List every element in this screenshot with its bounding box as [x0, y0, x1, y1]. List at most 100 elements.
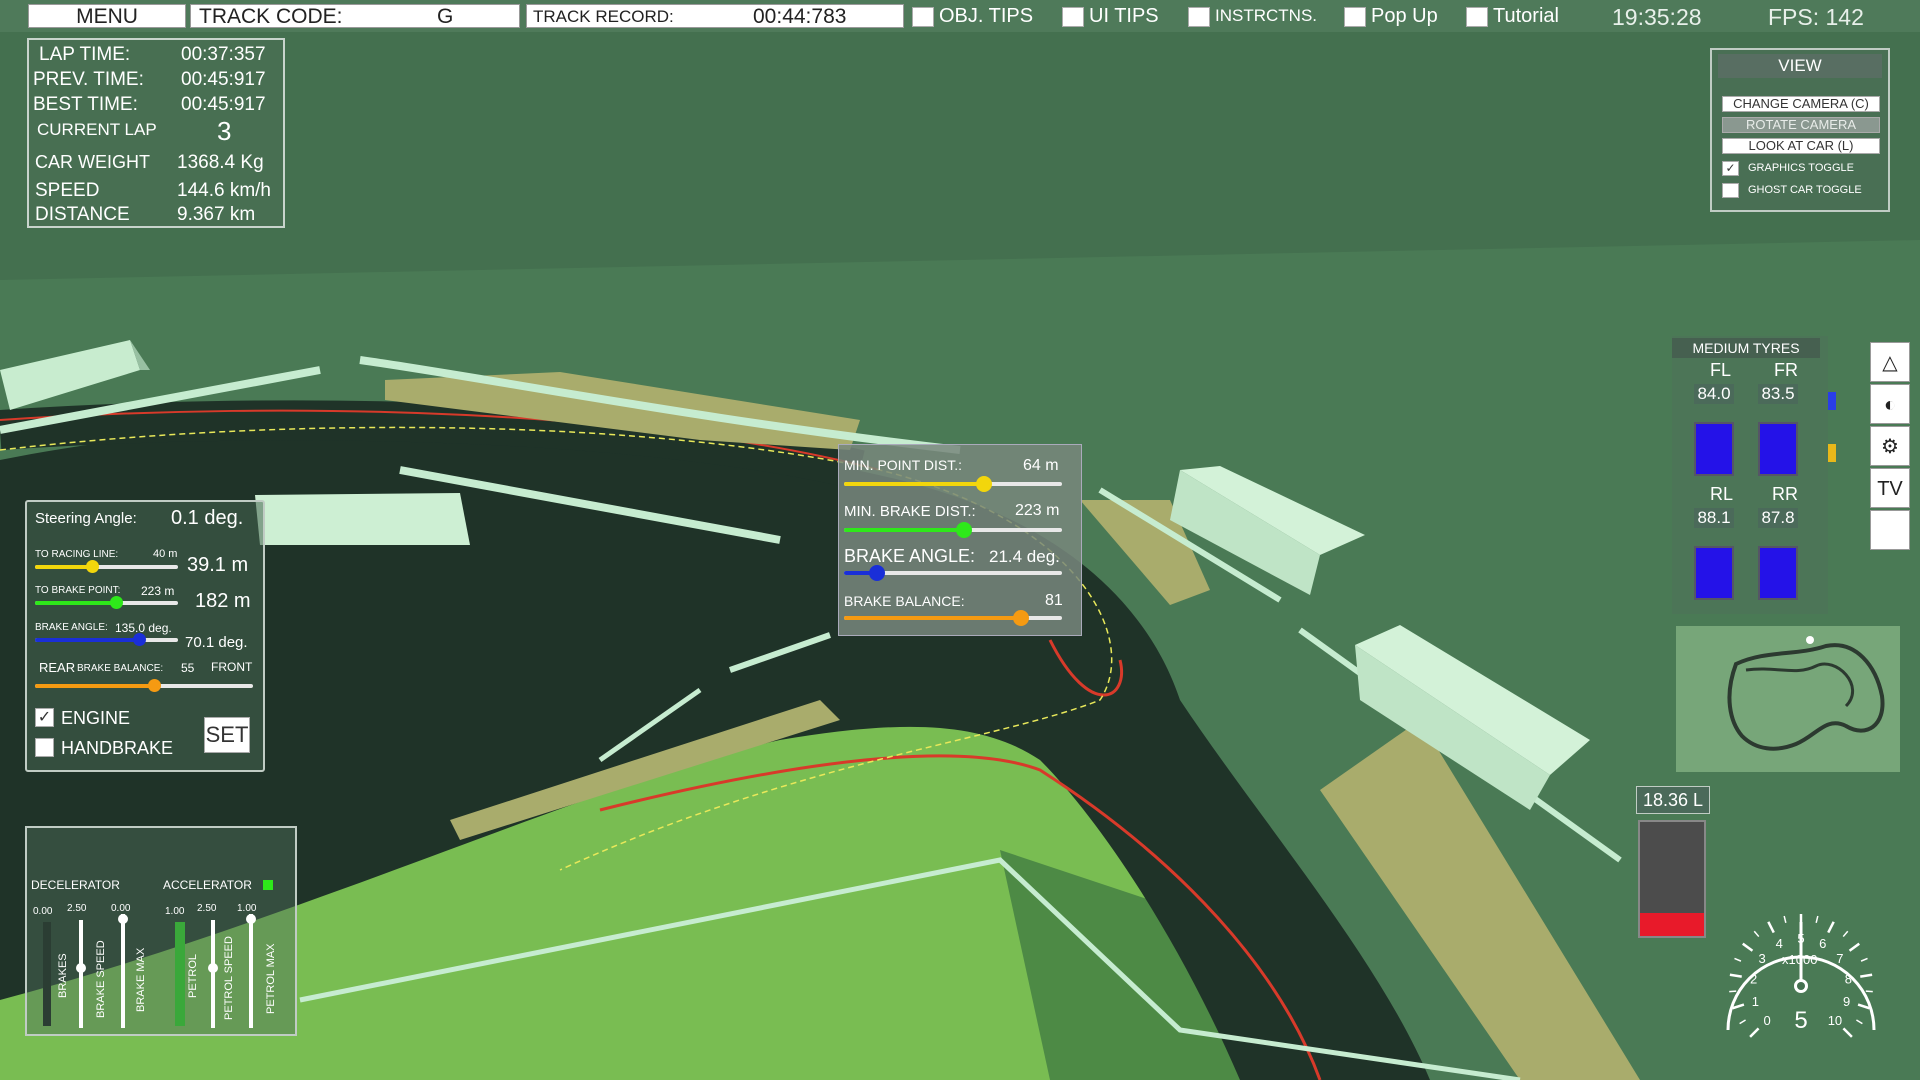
rpm-tick: [1729, 990, 1737, 993]
cone-icon[interactable]: △: [1870, 342, 1910, 382]
rpm-tick: [1860, 973, 1873, 978]
rpm-tick-label: 3: [1759, 951, 1766, 966]
clock: 19:35:28: [1612, 4, 1702, 30]
best-time-value: 00:45:917: [181, 94, 266, 115]
brakes-label: BRAKES: [57, 953, 69, 998]
fr-temp: 83.5: [1758, 384, 1798, 404]
fl-temp: 84.0: [1694, 384, 1734, 404]
brake-max-slider[interactable]: [118, 914, 128, 1028]
fl-label: FL: [1710, 360, 1732, 380]
helmet-icon[interactable]: ◐: [1870, 384, 1910, 424]
rpm-tick: [1783, 915, 1787, 923]
graphics-toggle-checkbox[interactable]: ✓: [1722, 161, 1739, 176]
brake-angle-slider[interactable]: [35, 633, 178, 646]
popup-brake-angle-value: 21.4 deg.: [989, 547, 1060, 566]
to-racing-line-value: 39.1 m: [187, 554, 249, 576]
brake-angle-value: 70.1 deg.: [185, 634, 248, 651]
rl-temp: 88.1: [1694, 508, 1734, 528]
rpm-tick: [1729, 973, 1742, 978]
rpm-tick-label: 2: [1750, 971, 1757, 986]
toggle-tutorial[interactable]: Tutorial: [1466, 5, 1559, 27]
to-racing-line-slider[interactable]: [35, 560, 178, 573]
brake-angle-label: BRAKE ANGLE:: [35, 622, 108, 633]
track-code-value: G: [437, 5, 454, 28]
track-code-field[interactable]: TRACK CODE: G: [190, 4, 520, 28]
handbrake-checkbox[interactable]: [35, 738, 54, 757]
fuel-tank: [1638, 820, 1706, 938]
min-brake-dist-slider[interactable]: [844, 522, 1062, 538]
rpm-tick: [1749, 1027, 1760, 1038]
blank-icon[interactable]: [1870, 510, 1910, 550]
toggle-instructions[interactable]: INSTRCTNS.: [1188, 5, 1317, 27]
toggle-ui-tips[interactable]: UI TIPS: [1062, 5, 1159, 27]
indicator-yellow: [1828, 444, 1836, 462]
brake-speed-slider[interactable]: [76, 920, 86, 1028]
car-weight-value: 1368.4 Kg: [177, 152, 264, 173]
petrol-max-label: PETROL MAX: [265, 943, 277, 1015]
ghost-car-checkbox[interactable]: [1722, 183, 1739, 198]
fuel-gauge: 18.36 L: [1636, 786, 1710, 954]
track-record-value: 00:44:783: [753, 5, 847, 28]
track-record-label: TRACK RECORD:: [533, 7, 674, 26]
accelerator-label: ACCELERATOR: [163, 878, 252, 892]
car-marker: [1806, 636, 1814, 644]
rr-label: RR: [1772, 484, 1798, 504]
toggle-popup[interactable]: Pop Up: [1344, 5, 1438, 27]
to-brake-point-setting: 223 m: [141, 584, 175, 598]
distance-label: DISTANCE: [35, 204, 130, 225]
tv-icon[interactable]: TV: [1870, 468, 1910, 508]
prev-time-value: 00:45:917: [181, 69, 266, 90]
top-bar: MENU TRACK CODE: G TRACK RECORD: 00:44:7…: [0, 0, 1920, 32]
popup-brake-balance-label: BRAKE BALANCE:: [844, 593, 965, 609]
engine-checkbox[interactable]: ✓: [35, 708, 54, 727]
steering-angle-label: Steering Angle:: [35, 510, 137, 527]
indicator-blue: [1828, 392, 1836, 410]
rpm-tick-label: 8: [1845, 971, 1852, 986]
rpm-tick-label: 4: [1776, 936, 1783, 951]
speed-value: 144.6 km/h: [177, 180, 271, 201]
change-camera-button[interactable]: CHANGE CAMERA (C): [1722, 96, 1880, 112]
rpm-tick: [1842, 930, 1849, 938]
brake-balance-value: 55: [181, 661, 195, 675]
brake-settings-popup: MIN. POINT DIST.: 64 m MIN. BRAKE DIST.:…: [838, 444, 1082, 636]
lap-stats-panel: LAP TIME: 00:37:357 PREV. TIME: 00:45:91…: [27, 38, 285, 228]
track-code-label: TRACK CODE:: [199, 5, 343, 28]
to-brake-point-value: 182 m: [195, 590, 251, 612]
brakes-bar: [43, 922, 51, 1026]
rpm-tick-label: 7: [1836, 951, 1843, 966]
popup-brake-balance-slider[interactable]: [844, 610, 1062, 626]
to-racing-line-setting: 40 m: [153, 548, 178, 560]
brake-max-label: BRAKE MAX: [135, 947, 147, 1012]
rpm-tick-label: 10: [1828, 1013, 1842, 1028]
rpm-tick-label: 6: [1819, 936, 1826, 951]
brake-max-value: 0.00: [111, 903, 131, 914]
brake-balance-slider[interactable]: [35, 679, 253, 692]
petrol-max-slider[interactable]: [246, 914, 256, 1028]
lap-time-label: LAP TIME:: [39, 44, 131, 65]
to-brake-point-label: TO BRAKE POINT:: [35, 585, 121, 596]
to-brake-point-slider[interactable]: [35, 596, 178, 609]
min-point-dist-slider[interactable]: [844, 476, 1062, 492]
decelerator-label: DECELERATOR: [31, 878, 120, 892]
petrol-max-value: 1.00: [237, 903, 257, 914]
engine-icon[interactable]: ⚙: [1870, 426, 1910, 466]
petrol-speed-slider[interactable]: [208, 920, 218, 1028]
petrol-label: PETROL: [187, 953, 199, 998]
rr-tyre-bar: [1758, 546, 1798, 600]
accelerator-indicator: [263, 880, 273, 890]
fps-counter: FPS: 142: [1768, 4, 1864, 30]
look-at-car-button[interactable]: LOOK AT CAR (L): [1722, 138, 1880, 154]
rr-temp: 87.8: [1758, 508, 1798, 528]
fr-label: FR: [1774, 360, 1798, 380]
menu-button[interactable]: MENU: [28, 4, 186, 28]
popup-brake-angle-slider[interactable]: [844, 565, 1062, 581]
track-record-field: TRACK RECORD: 00:44:783: [526, 4, 904, 28]
set-button[interactable]: SET: [204, 717, 250, 753]
rpm-tick-label: 0: [1763, 1013, 1770, 1028]
steering-panel: Steering Angle: 0.1 deg. TO RACING LINE:…: [25, 500, 265, 772]
rotate-camera-button[interactable]: ROTATE CAMERA: [1722, 117, 1880, 133]
front-label: FRONT: [211, 660, 253, 674]
toggle-obj-tips[interactable]: OBJ. TIPS: [912, 5, 1033, 27]
rpm-tick: [1732, 1003, 1745, 1010]
car-weight-label: CAR WEIGHT: [35, 152, 150, 172]
